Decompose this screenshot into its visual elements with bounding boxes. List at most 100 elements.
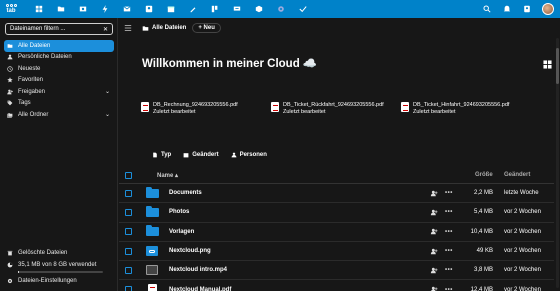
table-row[interactable]: Documents ••• 2,2 MB letzte Woche <box>119 184 554 204</box>
recent-file-card[interactable]: DB_Ticket_Hinfahrt_924693205556.pdf Zulet… <box>401 102 513 116</box>
sidebar-item-label: Freigaben <box>18 88 46 95</box>
contacts-icon[interactable] <box>138 0 160 18</box>
grid-view-icon[interactable] <box>543 60 552 69</box>
tables-icon[interactable] <box>248 0 270 18</box>
welcome-title: Willkommen in meiner Cloud ☁️ <box>142 58 318 70</box>
folder-icon <box>145 186 159 198</box>
recent-file-status: Zuletzt bearbeitet <box>153 109 196 115</box>
talk-icon[interactable] <box>226 0 248 18</box>
scrollbar-thumb[interactable] <box>556 48 559 84</box>
logo-dots <box>5 4 17 7</box>
recent-file-card[interactable]: DB_Rechnung_924693205556.pdf Zuletzt bear… <box>141 102 253 116</box>
brand-logo[interactable]: tab <box>0 0 22 18</box>
filter-people-button[interactable]: Personen <box>231 152 267 158</box>
row-checkbox[interactable] <box>125 228 132 236</box>
notes-icon[interactable] <box>182 0 204 18</box>
files-icon[interactable] <box>50 0 72 18</box>
video-thumbnail <box>146 265 158 276</box>
calendar-icon[interactable] <box>160 0 182 18</box>
filter-type-button[interactable]: Typ <box>152 152 171 158</box>
new-button[interactable]: + Neu <box>192 23 221 33</box>
filter-placeholder: Dateinamen filtern ... <box>10 26 66 32</box>
file-modified: vor 2 Wochen <box>504 228 541 235</box>
sidebar-item-tags[interactable]: Tags <box>4 98 114 110</box>
share-icon[interactable] <box>430 228 438 235</box>
recent-file-card[interactable]: DB_Ticket_Rückfahrt_924693205556.pdf Zule… <box>271 102 384 116</box>
file-icon <box>145 186 159 198</box>
table-row[interactable]: Vorlagen ••• 10,4 MB vor 2 Wochen <box>119 223 554 242</box>
search-icon[interactable] <box>482 4 492 14</box>
sidebar-item-favorites[interactable]: Favoriten <box>4 75 114 87</box>
more-actions-icon[interactable]: ••• <box>445 267 453 273</box>
contacts-menu-icon[interactable] <box>522 4 532 14</box>
scrollbar[interactable] <box>556 38 559 288</box>
pdf-icon <box>141 102 149 112</box>
storage-quota[interactable]: 35,1 MB von 8 GB verwendet <box>4 259 114 271</box>
sidebar-item-recent[interactable]: Neueste <box>4 63 114 75</box>
row-checkbox[interactable] <box>125 286 132 291</box>
column-name-label: Name <box>157 172 174 179</box>
row-checkbox[interactable] <box>125 189 132 197</box>
filter-modified-button[interactable]: Geändert <box>183 152 219 158</box>
filter-input[interactable]: Dateinamen filtern ... ✕ <box>5 23 113 35</box>
sidebar-item-deleted-files[interactable]: Gelöschte Dateien <box>4 248 114 260</box>
table-row[interactable]: Nextcloud Manual.pdf ••• 12,4 MB vor 2 Woch… <box>119 280 554 291</box>
activity-icon[interactable] <box>94 0 116 18</box>
breadcrumb[interactable]: Alle Dateien <box>142 25 186 32</box>
share-icon[interactable] <box>430 248 438 255</box>
dashboard-icon[interactable] <box>28 0 50 18</box>
file-name[interactable]: Nextcloud Manual.pdf <box>169 287 231 291</box>
notifications-icon[interactable] <box>502 4 512 14</box>
share-icon[interactable] <box>430 267 438 274</box>
files-toolbar: Alle Dateien + Neu <box>119 18 560 38</box>
settings-app-icon[interactable] <box>270 0 292 18</box>
file-table: Name ▴ Größe Geändert Documents ••• 2,2 MB… <box>119 167 554 291</box>
recent-file-status: Zuletzt bearbeitet <box>413 109 456 115</box>
more-actions-icon[interactable]: ••• <box>445 248 453 254</box>
more-actions-icon[interactable]: ••• <box>445 209 453 215</box>
sidebar-item-all-files[interactable]: Alle Dateien <box>4 40 114 52</box>
sidebar-item-files-settings[interactable]: Dateien-Einstellungen <box>4 276 114 288</box>
more-actions-icon[interactable]: ••• <box>445 190 453 196</box>
sidebar-item-label: Alle Ordner <box>18 111 49 118</box>
mail-icon[interactable] <box>116 0 138 18</box>
file-name[interactable]: Vorlagen <box>169 229 194 235</box>
row-checkbox[interactable] <box>125 247 132 255</box>
share-icon[interactable] <box>430 190 438 197</box>
share-icon[interactable] <box>430 209 438 216</box>
row-checkbox[interactable] <box>125 266 132 274</box>
more-actions-icon[interactable]: ••• <box>445 287 453 291</box>
gear-icon <box>7 278 18 284</box>
person-icon <box>7 54 18 60</box>
file-name[interactable]: Nextcloud.png <box>169 248 211 254</box>
sidebar-toggle-icon[interactable] <box>124 24 132 32</box>
sidebar-item-label: Tags <box>18 100 31 107</box>
sidebar-item-shares[interactable]: Freigaben ⌄ <box>4 86 114 98</box>
share-icon[interactable] <box>430 286 438 291</box>
row-checkbox[interactable] <box>125 208 132 216</box>
table-row[interactable]: Photos ••• 5,4 MB vor 2 Wochen <box>119 203 554 223</box>
column-modified[interactable]: Geändert <box>504 172 530 178</box>
file-icon <box>145 246 159 257</box>
table-row[interactable]: Nextcloud.png ••• 49 KB vor 2 Wochen <box>119 242 554 262</box>
table-row[interactable]: Nextcloud intro.mp4 ••• 3,8 MB vor 2 Wochen <box>119 261 554 281</box>
chevron-down-icon[interactable]: ⌄ <box>105 111 110 118</box>
column-name[interactable]: Name ▴ <box>157 172 178 179</box>
close-icon[interactable]: ✕ <box>103 26 108 33</box>
more-actions-icon[interactable]: ••• <box>445 229 453 235</box>
file-name[interactable]: Nextcloud intro.mp4 <box>169 267 227 273</box>
sidebar-item-all-folders[interactable]: Alle Ordner ⌄ <box>4 109 114 121</box>
sidebar-footer: Gelöschte Dateien 35,1 MB von 8 GB verwe… <box>4 248 114 288</box>
user-avatar[interactable] <box>542 3 554 15</box>
sidebar: Dateinamen filtern ... ✕ Alle Dateien Pe… <box>0 18 118 291</box>
column-size[interactable]: Größe <box>475 172 493 178</box>
sidebar-item-personal-files[interactable]: Persönliche Dateien <box>4 52 114 64</box>
select-all-checkbox[interactable] <box>125 171 132 179</box>
recent-file-name: DB_Rechnung_924693205556.pdf <box>153 102 238 108</box>
file-name[interactable]: Documents <box>169 190 202 196</box>
photos-icon[interactable] <box>72 0 94 18</box>
chevron-down-icon[interactable]: ⌄ <box>105 88 110 95</box>
deck-icon[interactable] <box>204 0 226 18</box>
file-name[interactable]: Photos <box>169 209 189 215</box>
tasks-icon[interactable] <box>292 0 314 18</box>
